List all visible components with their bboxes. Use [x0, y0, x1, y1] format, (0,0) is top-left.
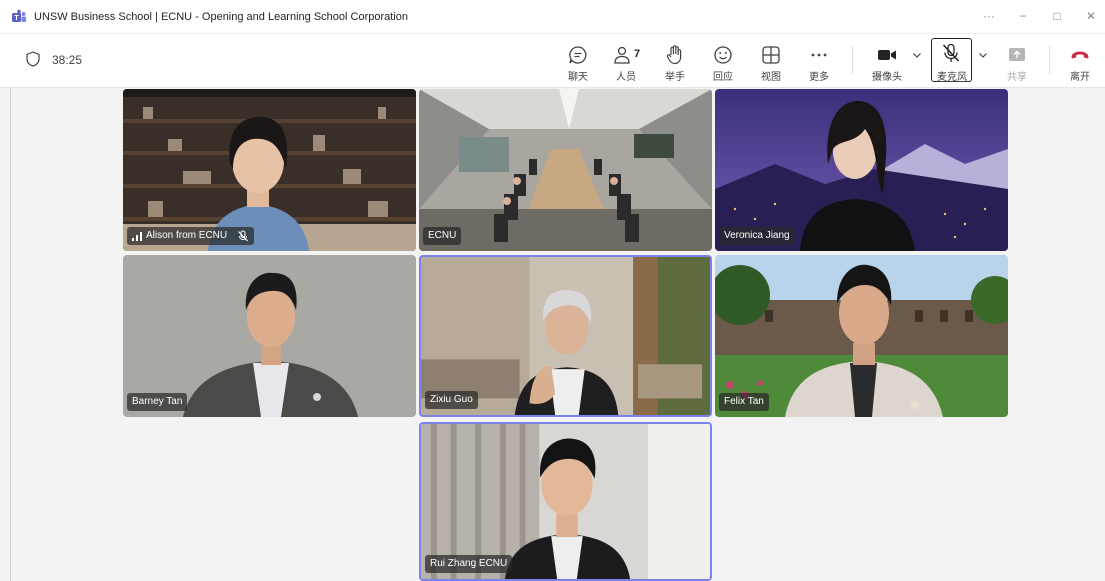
- participant-tile[interactable]: Veronica Jiang: [715, 89, 1008, 251]
- camera-button[interactable]: 摄像头: [869, 40, 905, 84]
- raise-hand-label: 举手: [665, 72, 685, 83]
- smiley-icon: [714, 46, 732, 64]
- participant-name: Veronica Jiang: [724, 230, 790, 241]
- raise-hand-button[interactable]: 举手: [657, 40, 693, 84]
- people-icon: [614, 46, 630, 64]
- ellipsis-icon: [811, 53, 827, 57]
- people-button[interactable]: 7 人员: [608, 40, 644, 84]
- share-button[interactable]: 共享: [999, 40, 1035, 84]
- participant-name: Rui Zhang ECNU: [430, 558, 508, 569]
- participant-name-tag: Barney Tan: [127, 393, 188, 411]
- microphone-button[interactable]: 麦克风: [931, 38, 972, 83]
- window-title: UNSW Business School | ECNU - Opening an…: [34, 11, 408, 23]
- toolbar-divider-2: [1049, 46, 1050, 74]
- video-camera-icon: [878, 50, 896, 60]
- share-screen-icon: [1009, 48, 1025, 61]
- participant-name-tag: Rui Zhang ECNU: [425, 555, 513, 573]
- svg-text:T: T: [14, 15, 19, 22]
- toolbar-divider: [852, 46, 853, 74]
- hand-icon: [666, 45, 682, 65]
- view-label: 视图: [761, 72, 781, 83]
- chat-icon: [569, 46, 587, 64]
- maximize-button[interactable]: □: [1043, 5, 1071, 27]
- teams-logo-icon: T: [12, 9, 26, 22]
- hang-up-icon: [1071, 51, 1089, 59]
- share-label: 共享: [1007, 72, 1027, 83]
- meeting-toolbar: 38:25 聊天 7 人员 举手 回应 视图 更多 摄像头 麦克风 共享 离开: [0, 34, 1105, 88]
- participant-tile[interactable]: Felix Tan: [715, 255, 1008, 417]
- participant-tile[interactable]: Barney Tan: [123, 255, 416, 417]
- mic-chevron-down-icon[interactable]: [977, 49, 989, 61]
- react-button[interactable]: 回应: [705, 40, 741, 84]
- close-button[interactable]: ✕: [1077, 5, 1105, 27]
- title-bar: T UNSW Business School | ECNU - Opening …: [0, 0, 1105, 34]
- participant-name: ECNU: [428, 230, 457, 241]
- more-button[interactable]: 更多: [801, 40, 837, 84]
- people-label: 人员: [616, 72, 636, 83]
- mic-label: 麦克风: [937, 72, 967, 83]
- participant-name: Zixiu Guo: [430, 394, 473, 405]
- camera-chevron-down-icon[interactable]: [911, 49, 923, 61]
- video-feed: [419, 89, 712, 251]
- camera-label: 摄像头: [872, 72, 902, 83]
- participant-name-tag: Alison from ECNU: [127, 227, 255, 245]
- grid-view-icon: [762, 46, 780, 64]
- participant-name: Barney Tan: [132, 396, 183, 407]
- participant-tile-speaking[interactable]: Zixiu Guo: [419, 255, 712, 417]
- participant-name-tag: ECNU: [423, 227, 462, 245]
- people-count: 7: [634, 48, 641, 60]
- leave-button[interactable]: 离开: [1062, 40, 1098, 84]
- minimize-button[interactable]: −: [1009, 5, 1037, 27]
- react-label: 回应: [713, 72, 733, 83]
- participant-name-tag: Veronica Jiang: [719, 227, 795, 245]
- shield-icon: [26, 51, 40, 67]
- chat-label: 聊天: [568, 72, 588, 83]
- more-options-button[interactable]: ···: [975, 5, 1003, 27]
- more-label: 更多: [809, 72, 829, 83]
- signal-strength-icon: [132, 231, 142, 241]
- video-gallery: Alison from ECNU ECNU Veronica Jiang Bar…: [10, 88, 1105, 581]
- participant-name: Alison from ECNU: [146, 230, 228, 241]
- participant-tile[interactable]: ECNU: [419, 89, 712, 251]
- mic-off-icon: [942, 43, 960, 62]
- participant-tile-speaking[interactable]: Rui Zhang ECNU: [419, 422, 712, 581]
- muted-mic-icon: [238, 230, 249, 242]
- leave-label: 离开: [1070, 72, 1090, 83]
- chat-button[interactable]: 聊天: [560, 40, 596, 84]
- participant-tile[interactable]: Alison from ECNU: [123, 89, 416, 251]
- view-button[interactable]: 视图: [753, 40, 789, 84]
- participant-name-tag: Zixiu Guo: [425, 391, 478, 409]
- meeting-timer: 38:25: [52, 53, 83, 67]
- participant-name: Felix Tan: [724, 396, 764, 407]
- participant-name-tag: Felix Tan: [719, 393, 769, 411]
